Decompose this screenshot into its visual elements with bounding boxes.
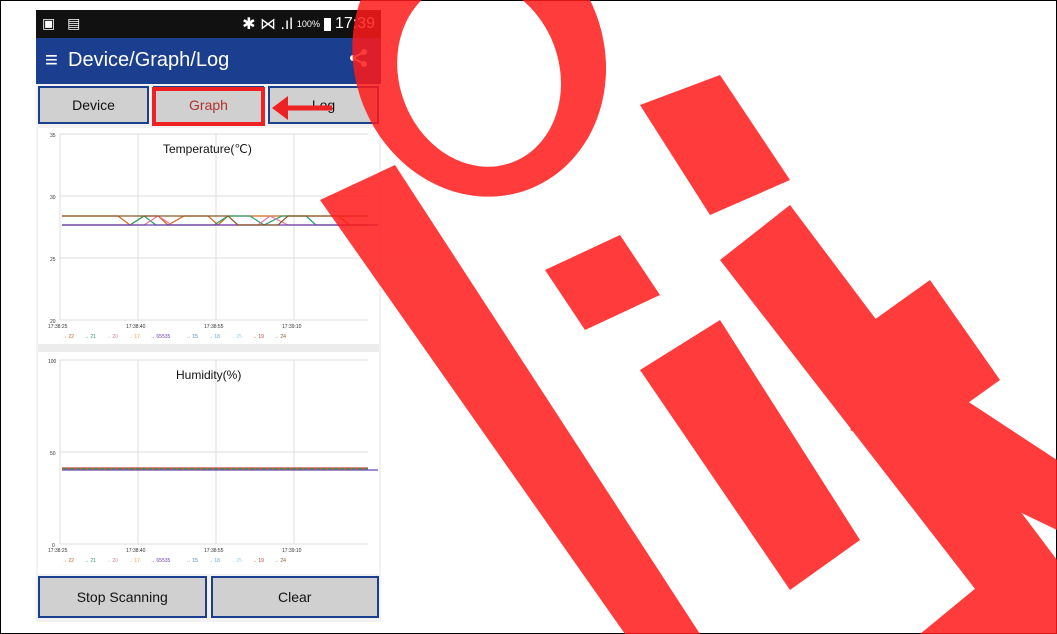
svg-text:→ 24: → 24 bbox=[274, 334, 286, 340]
svg-text:→ 65535: → 65535 bbox=[150, 334, 171, 340]
charts-area[interactable]: 35 30 25 20 17:38:25 17:38:40 17:38:55 1… bbox=[38, 128, 379, 574]
svg-text:→ 22: → 22 bbox=[62, 558, 74, 564]
humidity-chart: 100 50 0 17:38:25 17:38:40 17:38:55 17:3… bbox=[48, 359, 378, 564]
y-tick: 25 bbox=[50, 257, 56, 263]
svg-text:→ 21: → 21 bbox=[84, 558, 96, 564]
status-right: ✱ ⋈ .ıl 100% 17:39 bbox=[242, 14, 375, 34]
svg-text:→ 24: → 24 bbox=[274, 558, 286, 564]
humidity-chart-title: Humidity(%) bbox=[176, 368, 242, 382]
chart-divider bbox=[38, 344, 379, 352]
x-tick: 17:38:55 bbox=[204, 548, 224, 554]
temperature-chart-title: Temperature(℃) bbox=[163, 142, 252, 156]
notification-icons: ▣ ▤ bbox=[42, 15, 85, 31]
svg-text:→ 20: → 20 bbox=[106, 334, 118, 340]
x-tick: 17:38:55 bbox=[204, 324, 224, 330]
page-title: Device/Graph/Log bbox=[68, 49, 230, 71]
y-tick: 100 bbox=[48, 359, 57, 365]
x-tick: 17:38:40 bbox=[126, 548, 146, 554]
svg-text:→ 20: → 20 bbox=[106, 558, 118, 564]
svg-text:→ 19: → 19 bbox=[252, 558, 264, 564]
svg-text:→ 17: → 17 bbox=[128, 558, 140, 564]
temperature-legend: → 22 → 21 → 20 → 17 → 65535 → 15 → 18 → … bbox=[62, 334, 286, 340]
red-arrow-icon bbox=[272, 96, 332, 120]
temperature-chart: 35 30 25 20 17:38:25 17:38:40 17:38:55 1… bbox=[48, 133, 378, 340]
bluetooth-signal-icons: ✱ ⋈ .ıl bbox=[242, 16, 293, 33]
svg-text:→ 22: → 22 bbox=[62, 334, 74, 340]
y-tick: 30 bbox=[50, 195, 56, 201]
clock: 17:39 bbox=[334, 15, 375, 32]
svg-text:→ 15: → 15 bbox=[186, 558, 198, 564]
humidity-legend: → 22 → 21 → 20 → 17 → 65535 → 15 → 18 → … bbox=[62, 558, 286, 564]
x-tick: 17:39:10 bbox=[282, 548, 302, 554]
y-tick: 35 bbox=[50, 133, 56, 139]
x-tick: 17:38:25 bbox=[48, 324, 68, 330]
tab-device[interactable]: Device bbox=[38, 86, 149, 124]
app-bar: ≡ Device/Graph/Log bbox=[36, 38, 381, 84]
svg-text:→ 15: → 15 bbox=[186, 334, 198, 340]
bottom-bar: Stop Scanning Clear bbox=[38, 576, 379, 618]
svg-text:→ 25: → 25 bbox=[230, 334, 242, 340]
svg-text:→ 18: → 18 bbox=[208, 334, 220, 340]
graph-tab-highlight bbox=[152, 87, 265, 126]
svg-text:→ 25: → 25 bbox=[230, 558, 242, 564]
clear-button[interactable]: Clear bbox=[210, 576, 379, 618]
svg-text:→ 21: → 21 bbox=[84, 334, 96, 340]
battery-percent: 100% bbox=[296, 19, 320, 29]
svg-text:→ 65535: → 65535 bbox=[150, 558, 171, 564]
share-icon[interactable] bbox=[349, 48, 369, 74]
battery-icon bbox=[323, 17, 331, 31]
y-tick: 50 bbox=[50, 451, 56, 457]
svg-text:→ 18: → 18 bbox=[208, 558, 220, 564]
svg-text:→ 17: → 17 bbox=[128, 334, 140, 340]
x-tick: 17:38:25 bbox=[48, 548, 68, 554]
status-bar: ▣ ▤ ✱ ⋈ .ıl 100% 17:39 bbox=[36, 10, 381, 38]
x-tick: 17:38:40 bbox=[126, 324, 146, 330]
hamburger-menu-icon[interactable]: ≡ bbox=[45, 47, 58, 73]
svg-text:→ 19: → 19 bbox=[252, 334, 264, 340]
x-tick: 17:39:10 bbox=[282, 324, 302, 330]
stop-scanning-button[interactable]: Stop Scanning bbox=[38, 576, 207, 618]
